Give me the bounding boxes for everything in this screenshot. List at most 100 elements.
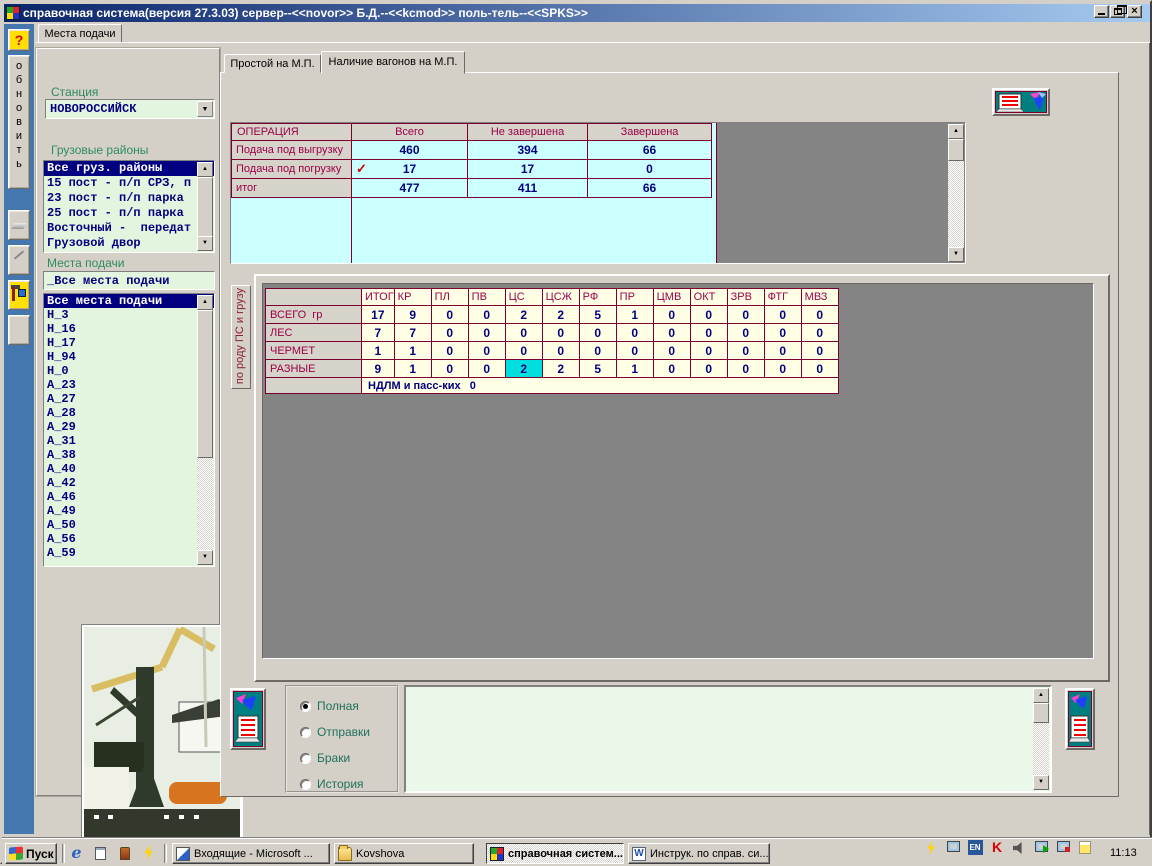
- report-button-left[interactable]: [230, 688, 266, 750]
- data-cell[interactable]: 0: [689, 359, 728, 378]
- operations-scrollbar[interactable]: ▲ ▼: [948, 124, 964, 262]
- list-scrollbar[interactable]: ▲ ▼: [197, 295, 213, 565]
- notes-tray-icon[interactable]: [1076, 839, 1094, 857]
- list-item[interactable]: А_40: [44, 462, 214, 476]
- selected-cell[interactable]: 2: [504, 359, 543, 378]
- scroll-up-icon[interactable]: ▲: [197, 162, 213, 177]
- language-tray-icon[interactable]: EN: [966, 839, 984, 857]
- list-item[interactable]: А_56: [44, 532, 214, 546]
- table-row[interactable]: итог 477 411 66: [231, 178, 712, 198]
- restore-button[interactable]: [1110, 5, 1127, 18]
- help-button[interactable]: ?: [8, 29, 30, 51]
- row-label[interactable]: ЛЕС: [265, 323, 362, 342]
- radio-icon[interactable]: [300, 778, 311, 790]
- places-filter-input[interactable]: [43, 271, 215, 290]
- scroll-up-icon[interactable]: ▲: [1033, 688, 1049, 703]
- speaker-tray-icon[interactable]: [1010, 839, 1028, 857]
- list-item[interactable]: Н_16: [44, 322, 214, 336]
- radio-option-Отправки[interactable]: Отправки: [300, 725, 370, 739]
- data-cell[interactable]: 17 ✓: [351, 159, 468, 179]
- data-cell[interactable]: 0: [726, 305, 765, 324]
- data-cell[interactable]: 9: [361, 359, 395, 378]
- data-cell[interactable]: 0: [652, 359, 691, 378]
- start-button[interactable]: Пуск: [5, 843, 57, 864]
- data-cell[interactable]: 0: [726, 359, 765, 378]
- scroll-up-icon[interactable]: ▲: [197, 295, 213, 310]
- list-item[interactable]: 15 пост - п/п СРЗ, п: [44, 176, 214, 191]
- data-cell[interactable]: 0: [652, 341, 691, 360]
- table-row[interactable]: ВСЕГО гр 17 9 0 0 2 2 5 1 0 0 0 0 0: [265, 305, 839, 324]
- list-item[interactable]: А_38: [44, 448, 214, 462]
- list-item[interactable]: А_31: [44, 434, 214, 448]
- data-cell[interactable]: 2: [541, 305, 580, 324]
- row-label[interactable]: Подача под погрузку: [231, 159, 352, 179]
- antivirus-tray-icon[interactable]: K: [988, 839, 1006, 857]
- list-item[interactable]: А_50: [44, 518, 214, 532]
- data-cell[interactable]: 1: [615, 305, 654, 324]
- list-item[interactable]: А_59: [44, 546, 214, 560]
- data-cell[interactable]: 0: [689, 341, 728, 360]
- data-cell[interactable]: 0: [467, 323, 506, 342]
- data-cell[interactable]: 0: [689, 305, 728, 324]
- data-cell[interactable]: 1: [393, 341, 432, 360]
- list-item[interactable]: Все груз. районы: [44, 161, 214, 176]
- table-row[interactable]: Подача под выгрузку 460 394 66: [231, 140, 712, 160]
- close-button[interactable]: ×: [1127, 5, 1142, 18]
- data-cell[interactable]: 5: [578, 359, 617, 378]
- row-label[interactable]: ЧЕРМЕТ: [265, 341, 362, 360]
- minimize-button[interactable]: [1094, 5, 1109, 18]
- data-cell[interactable]: 0: [578, 323, 617, 342]
- radio-option-Полная[interactable]: Полная: [300, 699, 359, 713]
- data-cell[interactable]: 1: [361, 341, 395, 360]
- scroll-up-icon[interactable]: ▲: [948, 124, 964, 139]
- radio-option-Браки[interactable]: Браки: [300, 751, 350, 765]
- data-cell[interactable]: 477: [351, 178, 468, 198]
- internet-explorer-icon[interactable]: e: [68, 845, 85, 862]
- task-button[interactable]: W Инструк. по справ. си...: [628, 843, 770, 864]
- list-item[interactable]: 25 пост - п/п парка: [44, 206, 214, 221]
- data-cell[interactable]: 17: [467, 159, 588, 179]
- list-item[interactable]: Н_94: [44, 350, 214, 364]
- data-cell[interactable]: 411: [467, 178, 588, 198]
- data-cell[interactable]: 0: [430, 323, 469, 342]
- net-play-tray-icon[interactable]: [1032, 839, 1050, 857]
- tab-prostoy[interactable]: Простой на М.П.: [224, 54, 321, 73]
- scroll-down-icon[interactable]: ▼: [1033, 775, 1049, 790]
- data-cell[interactable]: 0: [800, 305, 839, 324]
- radio-icon[interactable]: [300, 726, 311, 738]
- table-row[interactable]: ЛЕС 7 7 0 0 0 0 0 0 0 0 0 0 0: [265, 323, 839, 342]
- scroll-thumb[interactable]: [197, 177, 213, 238]
- blank-button[interactable]: [8, 315, 30, 345]
- data-cell[interactable]: 0: [467, 305, 506, 324]
- task-button[interactable]: Kovshova: [334, 843, 474, 864]
- data-cell[interactable]: 0: [578, 341, 617, 360]
- eraser-button[interactable]: [8, 210, 30, 240]
- desktop-icon[interactable]: [92, 845, 109, 862]
- list-item[interactable]: Н_0: [44, 364, 214, 378]
- data-cell[interactable]: 0: [615, 323, 654, 342]
- list-item[interactable]: Грузовой двор: [44, 236, 214, 251]
- data-cell[interactable]: 0: [652, 305, 691, 324]
- data-cell[interactable]: 2: [541, 359, 580, 378]
- radio-icon[interactable]: [300, 700, 311, 712]
- data-cell[interactable]: 0: [504, 341, 543, 360]
- task-button[interactable]: справочная систем...: [486, 843, 624, 864]
- data-cell[interactable]: 5: [578, 305, 617, 324]
- data-cell[interactable]: 0: [763, 305, 802, 324]
- table-row[interactable]: РАЗНЫЕ 9 1 0 0 2 2 5 1 0 0 0 0 0: [265, 359, 839, 378]
- tools-button[interactable]: [8, 280, 30, 310]
- data-cell[interactable]: 7: [361, 323, 395, 342]
- scroll-thumb[interactable]: [1033, 703, 1049, 723]
- data-cell[interactable]: 7: [393, 323, 432, 342]
- list-item[interactable]: Восточный - передат: [44, 221, 214, 236]
- tab-mesta-podachi[interactable]: Места подачи: [38, 24, 122, 43]
- radio-icon[interactable]: [300, 752, 311, 764]
- list-item[interactable]: А_46: [44, 490, 214, 504]
- list-scrollbar[interactable]: ▲ ▼: [197, 162, 213, 251]
- scroll-down-icon[interactable]: ▼: [197, 236, 213, 251]
- list-item[interactable]: А_23: [44, 378, 214, 392]
- data-cell[interactable]: 1: [393, 359, 432, 378]
- radio-option-История[interactable]: История: [300, 777, 364, 791]
- data-cell[interactable]: 0: [541, 341, 580, 360]
- data-cell[interactable]: 0: [763, 359, 802, 378]
